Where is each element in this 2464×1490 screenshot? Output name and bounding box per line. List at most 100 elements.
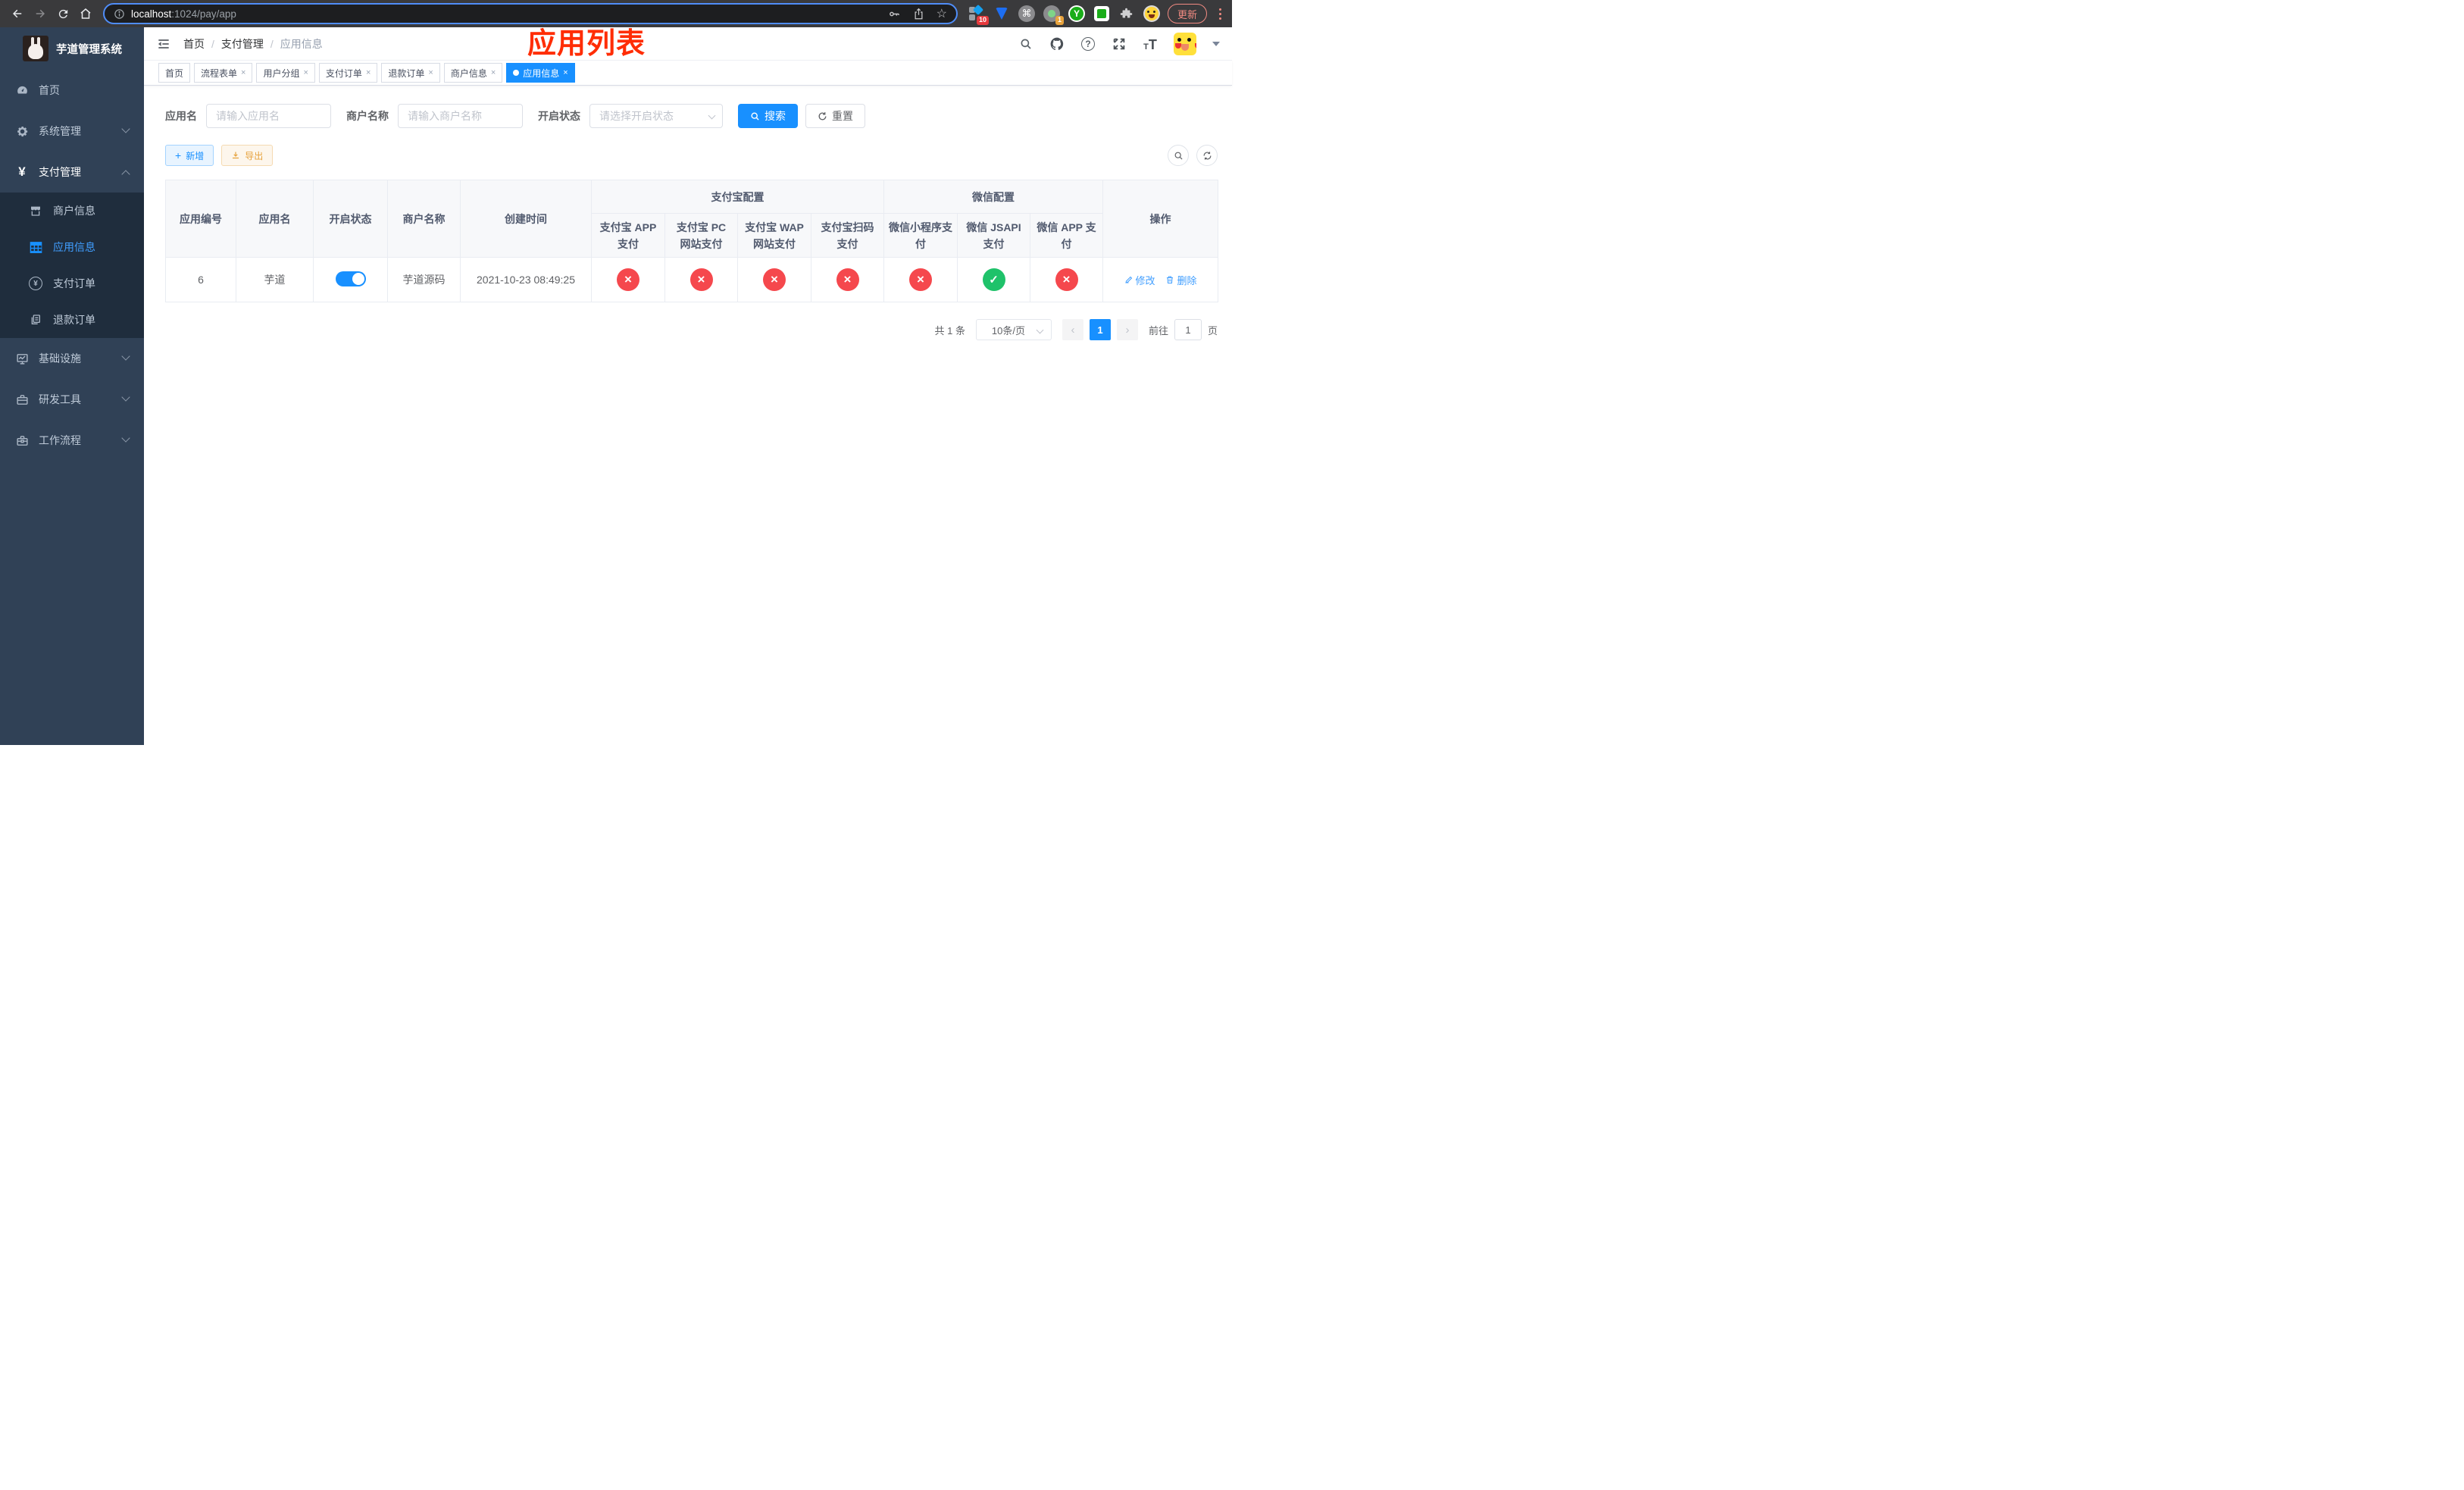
close-icon[interactable]: [366, 68, 371, 77]
browser-update-button[interactable]: 更新: [1167, 4, 1207, 23]
sidebar-item-refund-order[interactable]: 退款订单: [0, 302, 144, 338]
browser-back-icon[interactable]: [8, 4, 27, 23]
sidebar-item-label: 工作流程: [39, 434, 81, 446]
user-avatar[interactable]: [1174, 32, 1196, 55]
col-header-alipay-app: 支付宝 APP 支付: [591, 213, 665, 258]
cell-name: 芋道: [236, 257, 314, 302]
close-icon[interactable]: [241, 68, 245, 77]
status-icon-alipay-pc: [689, 268, 713, 291]
bookmark-star-icon[interactable]: [937, 6, 947, 21]
status-icon-wx-jsapi: [982, 268, 1005, 291]
tag-app-info-active[interactable]: 应用信息: [506, 63, 575, 83]
sidebar-item-app-info[interactable]: 应用信息: [0, 229, 144, 265]
tag-merchant-info[interactable]: 商户信息: [443, 63, 503, 83]
tag-user-group[interactable]: 用户分组: [256, 63, 315, 83]
font-size-icon[interactable]: [1143, 36, 1158, 52]
merchant-name-input[interactable]: [398, 104, 523, 128]
tag-pay-order[interactable]: 支付订单: [318, 63, 378, 83]
pagination: 共 1 条 10条/页 ‹ 1 › 前往 页: [165, 319, 1218, 340]
sidebar-item-infra[interactable]: 基础设施: [0, 338, 144, 379]
address-bar[interactable]: localhost:1024/pay/app: [103, 3, 958, 24]
sidebar-item-system[interactable]: 系统管理: [0, 111, 144, 152]
status-label: 开启状态: [538, 110, 580, 122]
site-info-icon[interactable]: [114, 8, 125, 20]
group-header-alipay: 支付宝配置: [591, 180, 884, 214]
dashboard-icon: [15, 83, 29, 97]
sidebar-item-merchant-info[interactable]: 商户信息: [0, 193, 144, 229]
chevron-down-icon: [121, 352, 130, 361]
sidebar-item-home[interactable]: 首页: [0, 70, 144, 111]
sidebar-item-pay-order[interactable]: 支付订单: [0, 265, 144, 302]
chevron-down-icon: [121, 124, 130, 133]
extensions-puzzle-icon[interactable]: [1118, 5, 1135, 22]
delete-link[interactable]: 删除: [1165, 273, 1196, 287]
show-search-toggle-button[interactable]: [1168, 145, 1189, 166]
documents-icon: [29, 313, 42, 327]
browser-profile-avatar[interactable]: [1143, 5, 1160, 22]
sidebar-item-devtools[interactable]: 研发工具: [0, 379, 144, 420]
group-header-wechat: 微信配置: [883, 180, 1103, 214]
sidebar-item-label: 基础设施: [39, 352, 81, 365]
breadcrumb-home[interactable]: 首页: [183, 36, 205, 52]
browser-menu-icon[interactable]: [1216, 8, 1224, 20]
refresh-table-button[interactable]: [1196, 145, 1218, 166]
extension-badge-count: 10: [976, 16, 989, 25]
table-toolbar: 新增 导出: [165, 145, 1218, 166]
sidebar-item-workflow[interactable]: 工作流程: [0, 420, 144, 461]
top-navbar: 首页 支付管理 应用信息 应用列表: [144, 27, 1232, 61]
extension-gem-icon[interactable]: [993, 5, 1010, 22]
browser-home-icon[interactable]: [76, 4, 95, 23]
close-icon[interactable]: [428, 68, 433, 77]
status-toggle[interactable]: [335, 271, 366, 286]
help-icon[interactable]: [1080, 36, 1096, 52]
col-header-name: 应用名: [236, 180, 314, 258]
tag-flow-form[interactable]: 流程表单: [194, 63, 253, 83]
browser-forward-icon[interactable]: [30, 4, 50, 23]
tag-home[interactable]: 首页: [158, 63, 191, 83]
col-header-status: 开启状态: [313, 180, 388, 258]
current-page-button[interactable]: 1: [1089, 319, 1111, 340]
password-key-icon[interactable]: [888, 8, 901, 20]
search-icon[interactable]: [1018, 36, 1033, 52]
app-title: 芋道管理系统: [56, 43, 122, 56]
extension-command-icon[interactable]: [1018, 5, 1035, 22]
user-menu-caret-icon[interactable]: [1212, 41, 1220, 46]
prev-page-button[interactable]: ‹: [1062, 319, 1083, 340]
close-icon[interactable]: [563, 68, 568, 77]
app-logo-row[interactable]: 芋道管理系统: [0, 27, 144, 70]
search-button[interactable]: 搜索: [738, 104, 798, 128]
col-header-wx-jsapi: 微信 JSAPI 支付: [957, 213, 1030, 258]
add-button[interactable]: 新增: [165, 145, 214, 166]
extension-y-icon[interactable]: Y: [1068, 5, 1085, 22]
browser-reload-icon[interactable]: [53, 4, 73, 23]
sidebar-item-label: 支付管理: [39, 166, 81, 178]
status-select-input[interactable]: [589, 104, 723, 128]
chevron-down-icon: [121, 434, 130, 443]
sidebar-collapse-icon[interactable]: [156, 36, 173, 52]
close-icon[interactable]: [303, 68, 308, 77]
breadcrumb-current: 应用信息: [280, 37, 323, 50]
breadcrumb-payment[interactable]: 支付管理: [221, 36, 264, 52]
table-grid-icon: [29, 240, 42, 254]
export-button[interactable]: 导出: [221, 145, 274, 166]
app-name-input[interactable]: [206, 104, 331, 128]
url-text[interactable]: localhost:1024/pay/app: [131, 8, 882, 20]
chevron-down-icon: [1036, 326, 1044, 334]
tag-refund-order[interactable]: 退款订单: [381, 63, 440, 83]
next-page-button[interactable]: ›: [1116, 319, 1138, 340]
extension-devtools-icon[interactable]: 10: [968, 4, 989, 25]
page-size-select[interactable]: 10条/页: [975, 319, 1052, 340]
fullscreen-icon[interactable]: [1112, 36, 1127, 52]
sidebar-item-payment[interactable]: 支付管理: [0, 152, 144, 193]
close-icon[interactable]: [491, 68, 496, 77]
col-header-actions: 操作: [1102, 180, 1218, 258]
share-icon[interactable]: [913, 8, 924, 20]
status-select[interactable]: [589, 104, 723, 128]
extension-recorder-icon[interactable]: 1: [1043, 5, 1064, 25]
extension-chat-icon[interactable]: [1093, 5, 1110, 22]
chevron-up-icon: [121, 170, 130, 179]
goto-page-input[interactable]: [1174, 319, 1202, 340]
edit-link[interactable]: 修改: [1124, 273, 1155, 287]
reset-button[interactable]: 重置: [805, 104, 865, 128]
github-icon[interactable]: [1049, 36, 1065, 52]
